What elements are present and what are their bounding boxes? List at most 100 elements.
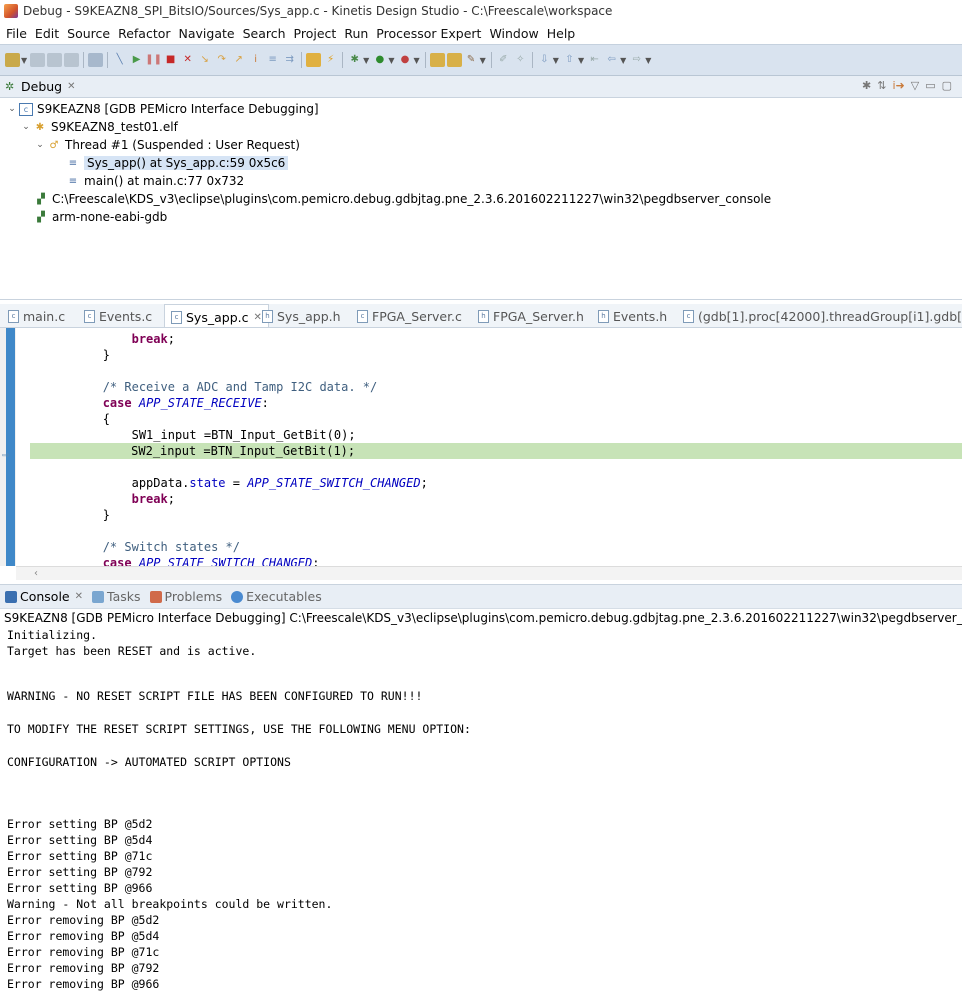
- back-dropdown-icon[interactable]: ▼: [620, 56, 626, 65]
- menu-bar: File Edit Source Refactor Navigate Searc…: [0, 22, 962, 44]
- code-editor[interactable]: break; } /* Receive a ADC and Tamp I2C d…: [16, 328, 962, 566]
- debug-tab[interactable]: Debug: [21, 79, 62, 94]
- menu-file[interactable]: File: [2, 26, 31, 41]
- code-line: }: [102, 508, 110, 522]
- use-step-filters-icon[interactable]: ⇉: [282, 53, 297, 67]
- editor-gutter: ⇨: [0, 328, 16, 566]
- menu-project[interactable]: Project: [290, 26, 341, 41]
- menu-source[interactable]: Source: [63, 26, 114, 41]
- menu-search[interactable]: Search: [239, 26, 290, 41]
- menu-processor-expert[interactable]: Processor Expert: [372, 26, 485, 41]
- open-element-icon[interactable]: [446, 53, 462, 67]
- c-file-icon: c: [171, 310, 182, 324]
- view-menu-icon[interactable]: ▽: [911, 79, 919, 92]
- search-dropdown-icon[interactable]: ▼: [480, 56, 486, 65]
- tree-item-gdbserver[interactable]: ▞ C:\Freescale\KDS_v3\eclipse\plugins\co…: [34, 190, 771, 208]
- tree-item-launch[interactable]: ⌄ c S9KEAZN8 [GDB PEMicro Interface Debu…: [6, 100, 318, 118]
- step-mode-icon[interactable]: ⇅: [877, 79, 886, 92]
- c-file-icon: c: [84, 309, 95, 323]
- new-icon[interactable]: [5, 53, 20, 67]
- run-icon[interactable]: ●: [372, 53, 387, 67]
- external-tools-icon[interactable]: ●: [397, 53, 412, 67]
- instruction-stepping-icon[interactable]: i➜: [892, 79, 904, 92]
- menu-navigate[interactable]: Navigate: [175, 26, 239, 41]
- maximize-icon[interactable]: ▢: [942, 79, 952, 92]
- tree-item-frame-main[interactable]: ≡ main() at main.c:77 0x732: [66, 172, 244, 190]
- tab-thread-disassembly[interactable]: c (gdb[1].proc[42000].threadGroup[i1].gdb…: [683, 304, 962, 327]
- code-line: }: [102, 348, 110, 362]
- debug-dropdown-icon[interactable]: ▼: [363, 56, 369, 65]
- step-return-icon[interactable]: ↗: [231, 53, 246, 67]
- forward-dropdown-icon[interactable]: ▼: [645, 56, 651, 65]
- debug-run-icon[interactable]: ✱: [347, 53, 362, 67]
- menu-window[interactable]: Window: [485, 26, 542, 41]
- horizontal-scrollbar[interactable]: ‹: [16, 566, 962, 580]
- scroll-left-icon[interactable]: ‹: [34, 568, 38, 579]
- tree-item-label: C:\Freescale\KDS_v3\eclipse\plugins\com.…: [52, 192, 772, 206]
- toggle-mark-icon[interactable]: ✧: [513, 53, 528, 67]
- build-icon[interactable]: [88, 53, 104, 67]
- tab-tasks[interactable]: Tasks: [92, 589, 141, 604]
- expand-chevron-icon[interactable]: ⌄: [20, 122, 32, 132]
- tree-item-elf[interactable]: ⌄ ✱ S9KEAZN8_test01.elf: [20, 118, 178, 136]
- tab-main-c[interactable]: c main.c: [8, 304, 65, 327]
- tab-label: Console: [20, 589, 70, 604]
- tab-events-h[interactable]: h Events.h: [598, 304, 667, 327]
- skip-breakpoints-icon[interactable]: ╲: [112, 53, 127, 67]
- open-type-icon[interactable]: [429, 53, 445, 67]
- toolbar-separator: [83, 52, 85, 68]
- next-annotation-dropdown-icon[interactable]: ▼: [553, 56, 559, 65]
- tab-events-c[interactable]: c Events.c: [84, 304, 152, 327]
- tree-item-frame-sys-app[interactable]: ≡ Sys_app() at Sys_app.c:59 0x5c6: [66, 154, 289, 172]
- expand-chevron-icon[interactable]: ⌄: [6, 104, 18, 114]
- save-all-icon[interactable]: [47, 53, 63, 67]
- terminate-icon[interactable]: ■: [163, 53, 178, 67]
- disconnect-icon[interactable]: ✕: [180, 53, 195, 67]
- menu-run[interactable]: Run: [340, 26, 372, 41]
- tab-fpga-server-c[interactable]: c FPGA_Server.c: [357, 304, 462, 327]
- new-dropdown-icon[interactable]: ▼: [21, 56, 27, 65]
- expand-chevron-icon[interactable]: ⌄: [34, 140, 46, 150]
- tab-sys-app-h[interactable]: h Sys_app.h: [262, 304, 341, 327]
- next-annotation-icon[interactable]: ⇩: [537, 53, 552, 67]
- tab-label: (gdb[1].proc[42000].threadGroup[i1].gdb[…: [698, 308, 962, 324]
- save-icon[interactable]: [30, 53, 46, 67]
- menu-help[interactable]: Help: [543, 26, 580, 41]
- last-edit-icon[interactable]: ⇤: [587, 53, 602, 67]
- step-into-icon[interactable]: ↘: [197, 53, 212, 67]
- tree-item-thread[interactable]: ⌄ ♂ Thread #1 (Suspended : User Request): [34, 136, 300, 154]
- tab-problems[interactable]: Problems: [149, 589, 222, 604]
- tree-item-gdb[interactable]: ▞ arm-none-eabi-gdb: [34, 208, 167, 226]
- tab-sys-app-c[interactable]: c Sys_app.c ✕: [164, 304, 269, 327]
- pen-icon[interactable]: ✐: [496, 53, 511, 67]
- close-icon[interactable]: ✕: [253, 312, 261, 323]
- toolbar-separator: [424, 52, 426, 68]
- tab-console[interactable]: Console ✕: [5, 589, 83, 604]
- prev-annotation-icon[interactable]: ⇧: [562, 53, 577, 67]
- console-line: Error removing BP @5d4: [7, 929, 160, 943]
- menu-refactor[interactable]: Refactor: [114, 26, 174, 41]
- console-process-label: S9KEAZN8 [GDB PEMicro Interface Debuggin…: [4, 611, 962, 625]
- processor-expert-icon[interactable]: [306, 53, 322, 67]
- suspend-icon[interactable]: ❚❚: [145, 53, 162, 67]
- close-icon[interactable]: ✕: [75, 591, 83, 602]
- search-tool-icon[interactable]: ✎: [464, 53, 479, 67]
- minimize-icon[interactable]: ▭: [925, 79, 935, 92]
- remove-terminated-icon[interactable]: ✱: [862, 79, 871, 92]
- instruction-stepping-icon[interactable]: i: [248, 53, 263, 67]
- resume-icon[interactable]: ▶: [129, 53, 144, 67]
- back-icon[interactable]: ⇦: [604, 53, 619, 67]
- run-dropdown-icon[interactable]: ▼: [388, 56, 394, 65]
- close-icon[interactable]: ✕: [67, 81, 75, 92]
- tab-fpga-server-h[interactable]: h FPGA_Server.h: [478, 304, 584, 327]
- prev-annotation-dropdown-icon[interactable]: ▼: [578, 56, 584, 65]
- code-line: appData.state = APP_STATE_SWITCH_CHANGED…: [131, 476, 428, 490]
- drop-to-frame-icon[interactable]: ≡: [265, 53, 280, 67]
- lightning-icon[interactable]: ⚡: [323, 53, 338, 67]
- step-over-icon[interactable]: ↷: [214, 53, 229, 67]
- external-tools-dropdown-icon[interactable]: ▼: [413, 56, 419, 65]
- print-icon[interactable]: [64, 53, 80, 67]
- forward-icon[interactable]: ⇨: [629, 53, 644, 67]
- menu-edit[interactable]: Edit: [31, 26, 63, 41]
- tab-executables[interactable]: Executables: [231, 589, 322, 604]
